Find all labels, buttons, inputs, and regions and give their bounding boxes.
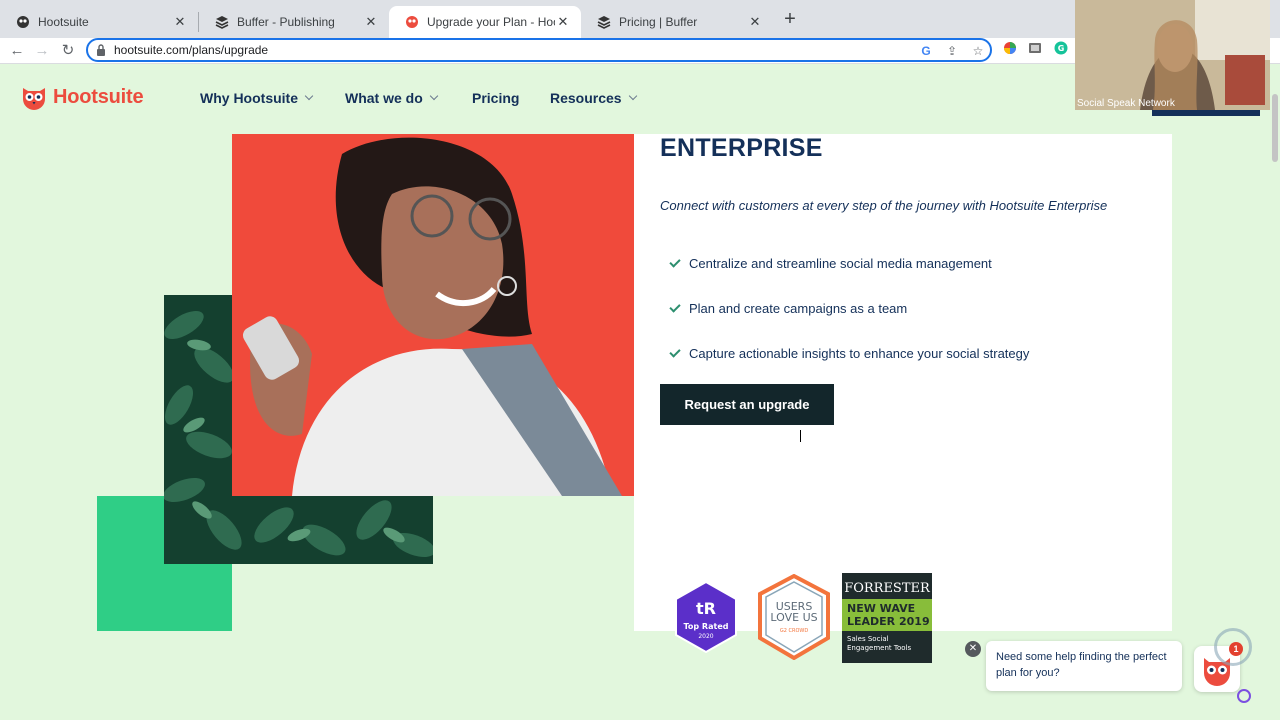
chevron-down-icon bbox=[304, 91, 314, 101]
owl-logo-icon bbox=[23, 88, 45, 110]
g2-badge: USERS LOVE US G2 CROWD bbox=[758, 573, 830, 665]
buffer-icon bbox=[597, 15, 611, 29]
feature-item: Centralize and streamline social media m… bbox=[669, 255, 992, 271]
plan-title: ENTERPRISE bbox=[660, 134, 823, 162]
image-extension-icon[interactable] bbox=[1027, 41, 1043, 57]
nav-label: Pricing bbox=[472, 90, 520, 106]
svg-text:tR: tR bbox=[696, 599, 716, 618]
trustradius-badge: tR Top Rated 2020 bbox=[674, 580, 738, 658]
owl-icon bbox=[16, 15, 30, 29]
nav-resources[interactable]: Resources bbox=[550, 90, 637, 106]
close-icon[interactable]: ✕ bbox=[747, 14, 763, 30]
hootsuite-logo[interactable]: Hootsuite bbox=[20, 83, 144, 111]
forrester-badge: FORRESTER NEW WAVE LEADER 2019 Sales Soc… bbox=[842, 573, 932, 668]
chevron-down-icon bbox=[628, 91, 637, 101]
badge-text: FORRESTER bbox=[844, 581, 931, 596]
webcam-overlay: Social Speak Network bbox=[1075, 0, 1270, 110]
tab-title: Pricing | Buffer bbox=[619, 15, 698, 29]
buffer-icon bbox=[215, 15, 229, 29]
badge-text: NEW WAVE bbox=[847, 602, 915, 615]
brand-name: Hootsuite bbox=[53, 85, 144, 108]
reload-icon[interactable]: ↻ bbox=[57, 40, 79, 62]
tab-hootsuite[interactable]: Hootsuite ✕ bbox=[0, 6, 198, 38]
feature-item: Plan and create campaigns as a team bbox=[669, 300, 908, 316]
tab-title: Hootsuite bbox=[38, 15, 89, 29]
owl-icon bbox=[405, 15, 419, 29]
address-bar[interactable]: hootsuite.com/plans/upgrade G ⇪ ☆ bbox=[86, 38, 992, 62]
badge-text: LEADER 2019 bbox=[847, 615, 930, 628]
forward-arrow-icon[interactable]: → bbox=[31, 40, 53, 62]
badge-text: Top Rated bbox=[684, 622, 729, 631]
nav-label: Why Hootsuite bbox=[200, 90, 298, 106]
badge-text: 2020 bbox=[698, 633, 713, 640]
url-text: hootsuite.com/plans/upgrade bbox=[114, 43, 269, 57]
close-icon[interactable]: ✕ bbox=[555, 14, 571, 30]
new-tab-button[interactable]: + bbox=[780, 9, 800, 29]
color-extension-icon[interactable] bbox=[1002, 41, 1018, 57]
scrollbar-thumb[interactable] bbox=[1272, 94, 1278, 162]
nav-pricing[interactable]: Pricing bbox=[472, 90, 519, 106]
nav-what-we-do[interactable]: What we do bbox=[345, 90, 439, 106]
svg-text:G: G bbox=[1058, 44, 1065, 53]
help-ring-icon bbox=[1214, 628, 1252, 666]
feature-text: Capture actionable insights to enhance y… bbox=[689, 346, 1030, 361]
checkmark-icon bbox=[669, 255, 681, 268]
checkmark-icon bbox=[669, 300, 681, 313]
tab-title: Buffer - Publishing bbox=[237, 15, 335, 29]
tab-title: Upgrade your Plan - Hootsuite bbox=[427, 15, 555, 29]
tab-upgrade-plan[interactable]: Upgrade your Plan - Hootsuite ✕ bbox=[389, 6, 581, 38]
bookmark-star-icon[interactable]: ☆ bbox=[970, 43, 986, 59]
feature-text: Centralize and streamline social media m… bbox=[689, 256, 992, 271]
feature-item: Capture actionable insights to enhance y… bbox=[669, 345, 1030, 361]
badge-text: Sales Social bbox=[847, 635, 889, 643]
webcam-label: Social Speak Network bbox=[1077, 98, 1175, 109]
nav-why-hootsuite[interactable]: Why Hootsuite bbox=[200, 90, 314, 106]
woman-photo bbox=[232, 134, 634, 496]
assistant-icon[interactable] bbox=[1237, 689, 1251, 703]
badge-text: Engagement Tools bbox=[847, 644, 911, 652]
request-upgrade-button[interactable]: Request an upgrade bbox=[660, 384, 834, 425]
text-cursor-icon bbox=[800, 430, 806, 442]
nav-label: What we do bbox=[345, 90, 423, 106]
lock-icon bbox=[97, 44, 105, 56]
chat-bubble[interactable]: Need some help finding the perfect plan … bbox=[986, 641, 1182, 691]
badge-text: G2 CROWD bbox=[780, 628, 808, 634]
tab-pricing-buffer[interactable]: Pricing | Buffer ✕ bbox=[581, 6, 773, 38]
google-icon[interactable]: G bbox=[918, 43, 934, 59]
grammarly-icon[interactable]: G bbox=[1053, 41, 1069, 57]
close-icon[interactable]: ✕ bbox=[172, 14, 188, 30]
close-icon[interactable]: ✕ bbox=[363, 14, 379, 30]
checkmark-icon bbox=[669, 345, 681, 358]
nav-label: Resources bbox=[550, 90, 622, 106]
share-icon[interactable]: ⇪ bbox=[944, 43, 960, 59]
plan-tagline: Connect with customers at every step of … bbox=[660, 198, 1108, 213]
chevron-down-icon bbox=[429, 91, 439, 101]
chat-close-icon[interactable]: ✕ bbox=[965, 641, 981, 657]
badge-text: LOVE US bbox=[770, 611, 817, 624]
feature-text: Plan and create campaigns as a team bbox=[689, 301, 908, 316]
webcam-accent-bar bbox=[1152, 110, 1260, 116]
tab-buffer-publishing[interactable]: Buffer - Publishing ✕ bbox=[199, 6, 389, 38]
back-arrow-icon[interactable]: ← bbox=[6, 40, 28, 62]
